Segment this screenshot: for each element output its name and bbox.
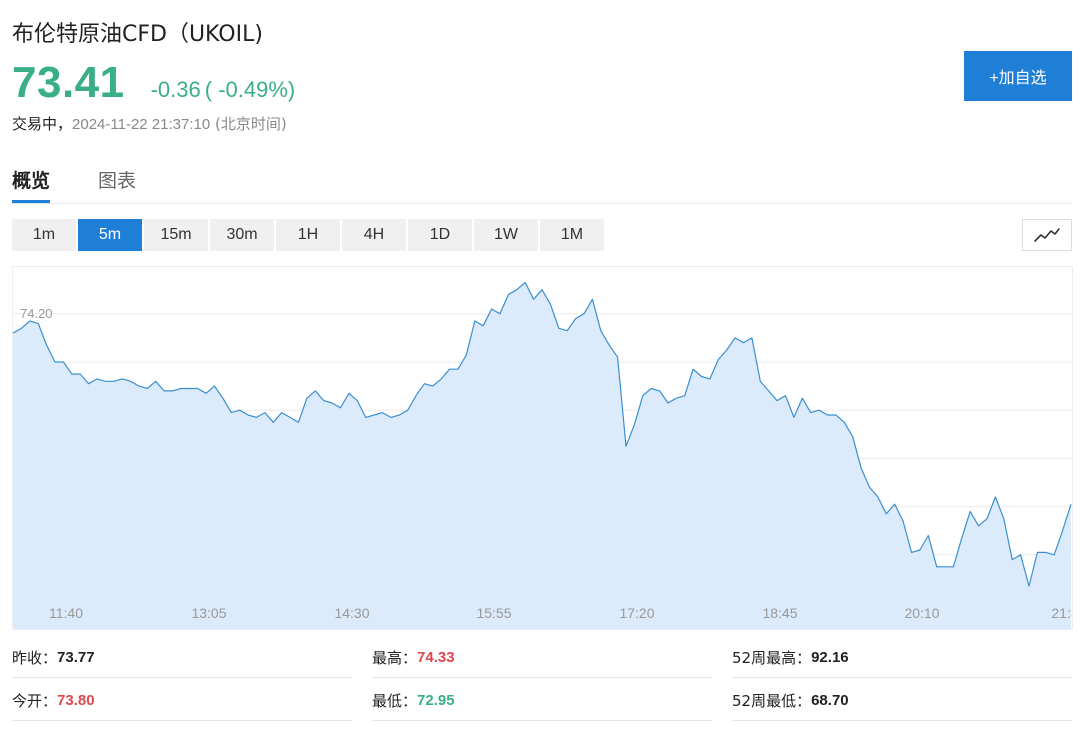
x-tick-label: 21:3 <box>1051 605 1072 621</box>
period-5m-button[interactable]: 5m <box>78 219 142 251</box>
x-tick-label: 13:05 <box>191 605 226 621</box>
add-to-watchlist-button[interactable]: +加自选 <box>964 51 1072 101</box>
stat-low: 最低： 72.95 <box>372 681 712 721</box>
chart-type-toggle[interactable] <box>1022 219 1072 251</box>
y-tick-label: 74.20 <box>20 306 53 321</box>
stat-label: 最高： <box>372 649 418 667</box>
tab-bar: 概览 图表 <box>12 160 1072 204</box>
stat-label: 今开： <box>12 692 58 710</box>
stat-value: 72.95 <box>417 692 455 709</box>
x-tick-label: 11:40 <box>49 605 83 621</box>
last-price: 73.41 <box>12 58 125 107</box>
x-tick-label: 14:30 <box>334 605 369 621</box>
period-1d-button[interactable]: 1D <box>408 219 472 251</box>
stat-label: 52周最高： <box>732 649 812 667</box>
stat-value: 68.70 <box>811 692 849 709</box>
period-selector: 1m 5m 15m 30m 1H 4H 1D 1W 1M <box>12 219 606 251</box>
x-tick-label: 18:45 <box>762 605 797 621</box>
period-1h-button[interactable]: 1H <box>276 219 340 251</box>
instrument-title: 布伦特原油CFD（UKOIL) <box>12 22 263 47</box>
x-tick-label: 20:10 <box>904 605 939 621</box>
price-change: -0.36 <box>150 77 201 102</box>
status-label: 交易中， <box>12 115 73 133</box>
period-4h-button[interactable]: 4H <box>342 219 406 251</box>
price-chart-svg: 74.2074.0073.8073.6073.4073.2073.0011:40… <box>12 281 1079 629</box>
stat-value: 73.77 <box>57 649 95 666</box>
stat-value: 92.16 <box>811 649 849 666</box>
stat-label: 52周最低： <box>732 692 812 710</box>
x-tick-label: 15:55 <box>476 605 511 621</box>
tab-overview[interactable]: 概览 <box>12 166 51 203</box>
price-chart[interactable]: 74.2074.0073.8073.6073.4073.2073.0011:40… <box>12 266 1079 630</box>
period-30m-button[interactable]: 30m <box>210 219 274 251</box>
quote-timestamp: 2024-11-22 21:37:10 <box>72 116 211 133</box>
stat-label: 最低： <box>372 692 418 710</box>
tab-chart[interactable]: 图表 <box>98 166 136 203</box>
price-row: 73.41 -0.36 ( -0.49%) <box>12 58 295 108</box>
price-change-percent: ( -0.49%) <box>204 77 296 102</box>
timezone-label: (北京时间) <box>214 115 287 133</box>
stat-label: 昨收： <box>12 649 58 667</box>
period-1m-button[interactable]: 1m <box>12 219 76 251</box>
price-area-fill <box>13 282 1071 629</box>
stat-52w-high: 52周最高： 92.16 <box>732 638 1072 678</box>
stat-value: 73.80 <box>57 692 95 709</box>
trading-status: 交易中，2024-11-22 21:37:10 (北京时间) <box>12 113 287 134</box>
stat-value: 74.33 <box>417 649 455 666</box>
period-15m-button[interactable]: 15m <box>144 219 208 251</box>
period-1mo-button[interactable]: 1M <box>540 219 604 251</box>
period-1w-button[interactable]: 1W <box>474 219 538 251</box>
stat-open: 今开： 73.80 <box>12 681 352 721</box>
line-chart-icon <box>1034 228 1060 242</box>
stat-prev-close: 昨收： 73.77 <box>12 638 352 678</box>
stat-high: 最高： 74.33 <box>372 638 712 678</box>
stat-52w-low: 52周最低： 68.70 <box>732 681 1072 721</box>
x-tick-label: 17:20 <box>619 605 654 621</box>
